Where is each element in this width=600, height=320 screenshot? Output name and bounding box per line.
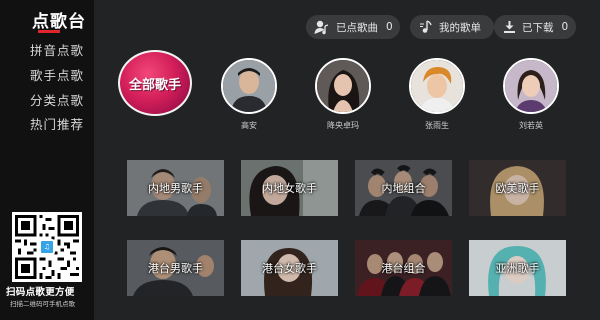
category-tile[interactable]: 内地组合: [355, 160, 452, 216]
category-tile[interactable]: 内地男歌手: [127, 160, 224, 216]
sidebar-item-category[interactable]: 分类点歌: [30, 90, 84, 109]
qr-caption: 扫码点歌更方便: [6, 287, 75, 298]
ordered-songs-button[interactable]: 已点歌曲 0: [306, 15, 400, 39]
singer-name: 高安: [241, 121, 257, 130]
sidebar-item-singer[interactable]: 歌手点歌: [30, 65, 84, 84]
category-tile[interactable]: 亚洲歌手: [469, 240, 566, 296]
sidebar-item-hot[interactable]: 热门推荐: [30, 114, 84, 133]
music-note-icon: [419, 20, 433, 34]
downloaded-label: 已下载: [522, 21, 554, 34]
download-icon: [503, 20, 516, 34]
category-label: 欧美歌手: [495, 182, 540, 195]
avatar: [503, 58, 559, 114]
all-singers-button[interactable]: 全部歌手: [118, 50, 192, 116]
category-tile[interactable]: 港台女歌手: [241, 240, 338, 296]
ordered-songs-label: 已点歌曲: [336, 21, 378, 34]
category-label: 内地男歌手: [148, 182, 203, 195]
avatar: [409, 58, 465, 114]
singer-card[interactable]: 刘若英: [501, 58, 561, 131]
sidebar-item-pinyin[interactable]: 拼音点歌: [30, 40, 84, 59]
category-label: 港台组合: [381, 262, 426, 275]
qr-logo-icon: ♫: [39, 239, 55, 255]
all-singers-label: 全部歌手: [128, 77, 181, 93]
singer-name: 张雨生: [425, 121, 449, 130]
downloaded-button[interactable]: 已下载 0: [494, 15, 576, 39]
category-label: 亚洲歌手: [495, 262, 540, 275]
category-tile[interactable]: 港台组合: [355, 240, 452, 296]
ordered-songs-count: 0: [386, 21, 393, 33]
my-playlist-button[interactable]: 我的歌单: [410, 15, 494, 39]
downloaded-count: 0: [561, 21, 569, 33]
avatar: [221, 58, 277, 114]
singer-name: 降央卓玛: [327, 121, 359, 130]
singer-card[interactable]: 高安: [219, 58, 279, 131]
category-label: 港台女歌手: [262, 262, 317, 275]
singer-card[interactable]: 降央卓玛: [313, 58, 373, 131]
singer-card[interactable]: 张雨生: [407, 58, 467, 131]
sidebar: 点歌台 拼音点歌 歌手点歌 分类点歌 热门推荐 ♫ 扫码点歌更方便 扫描二维码可…: [0, 0, 94, 320]
category-label: 内地组合: [381, 182, 426, 195]
category-label: 内地女歌手: [262, 182, 317, 195]
sidebar-title: 点歌台: [32, 12, 86, 32]
my-playlist-label: 我的歌单: [439, 21, 481, 34]
user-music-icon: [314, 19, 330, 35]
category-tile[interactable]: 欧美歌手: [469, 160, 566, 216]
category-tile[interactable]: 内地女歌手: [241, 160, 338, 216]
category-tile[interactable]: 港台男歌手: [127, 240, 224, 296]
qr-subcaption: 扫描二维码可手机点歌: [10, 300, 75, 308]
category-label: 港台男歌手: [148, 262, 203, 275]
qr-code: ♫: [12, 212, 82, 282]
singer-name: 刘若英: [519, 121, 543, 130]
avatar: [315, 58, 371, 114]
title-underline: [38, 30, 60, 33]
